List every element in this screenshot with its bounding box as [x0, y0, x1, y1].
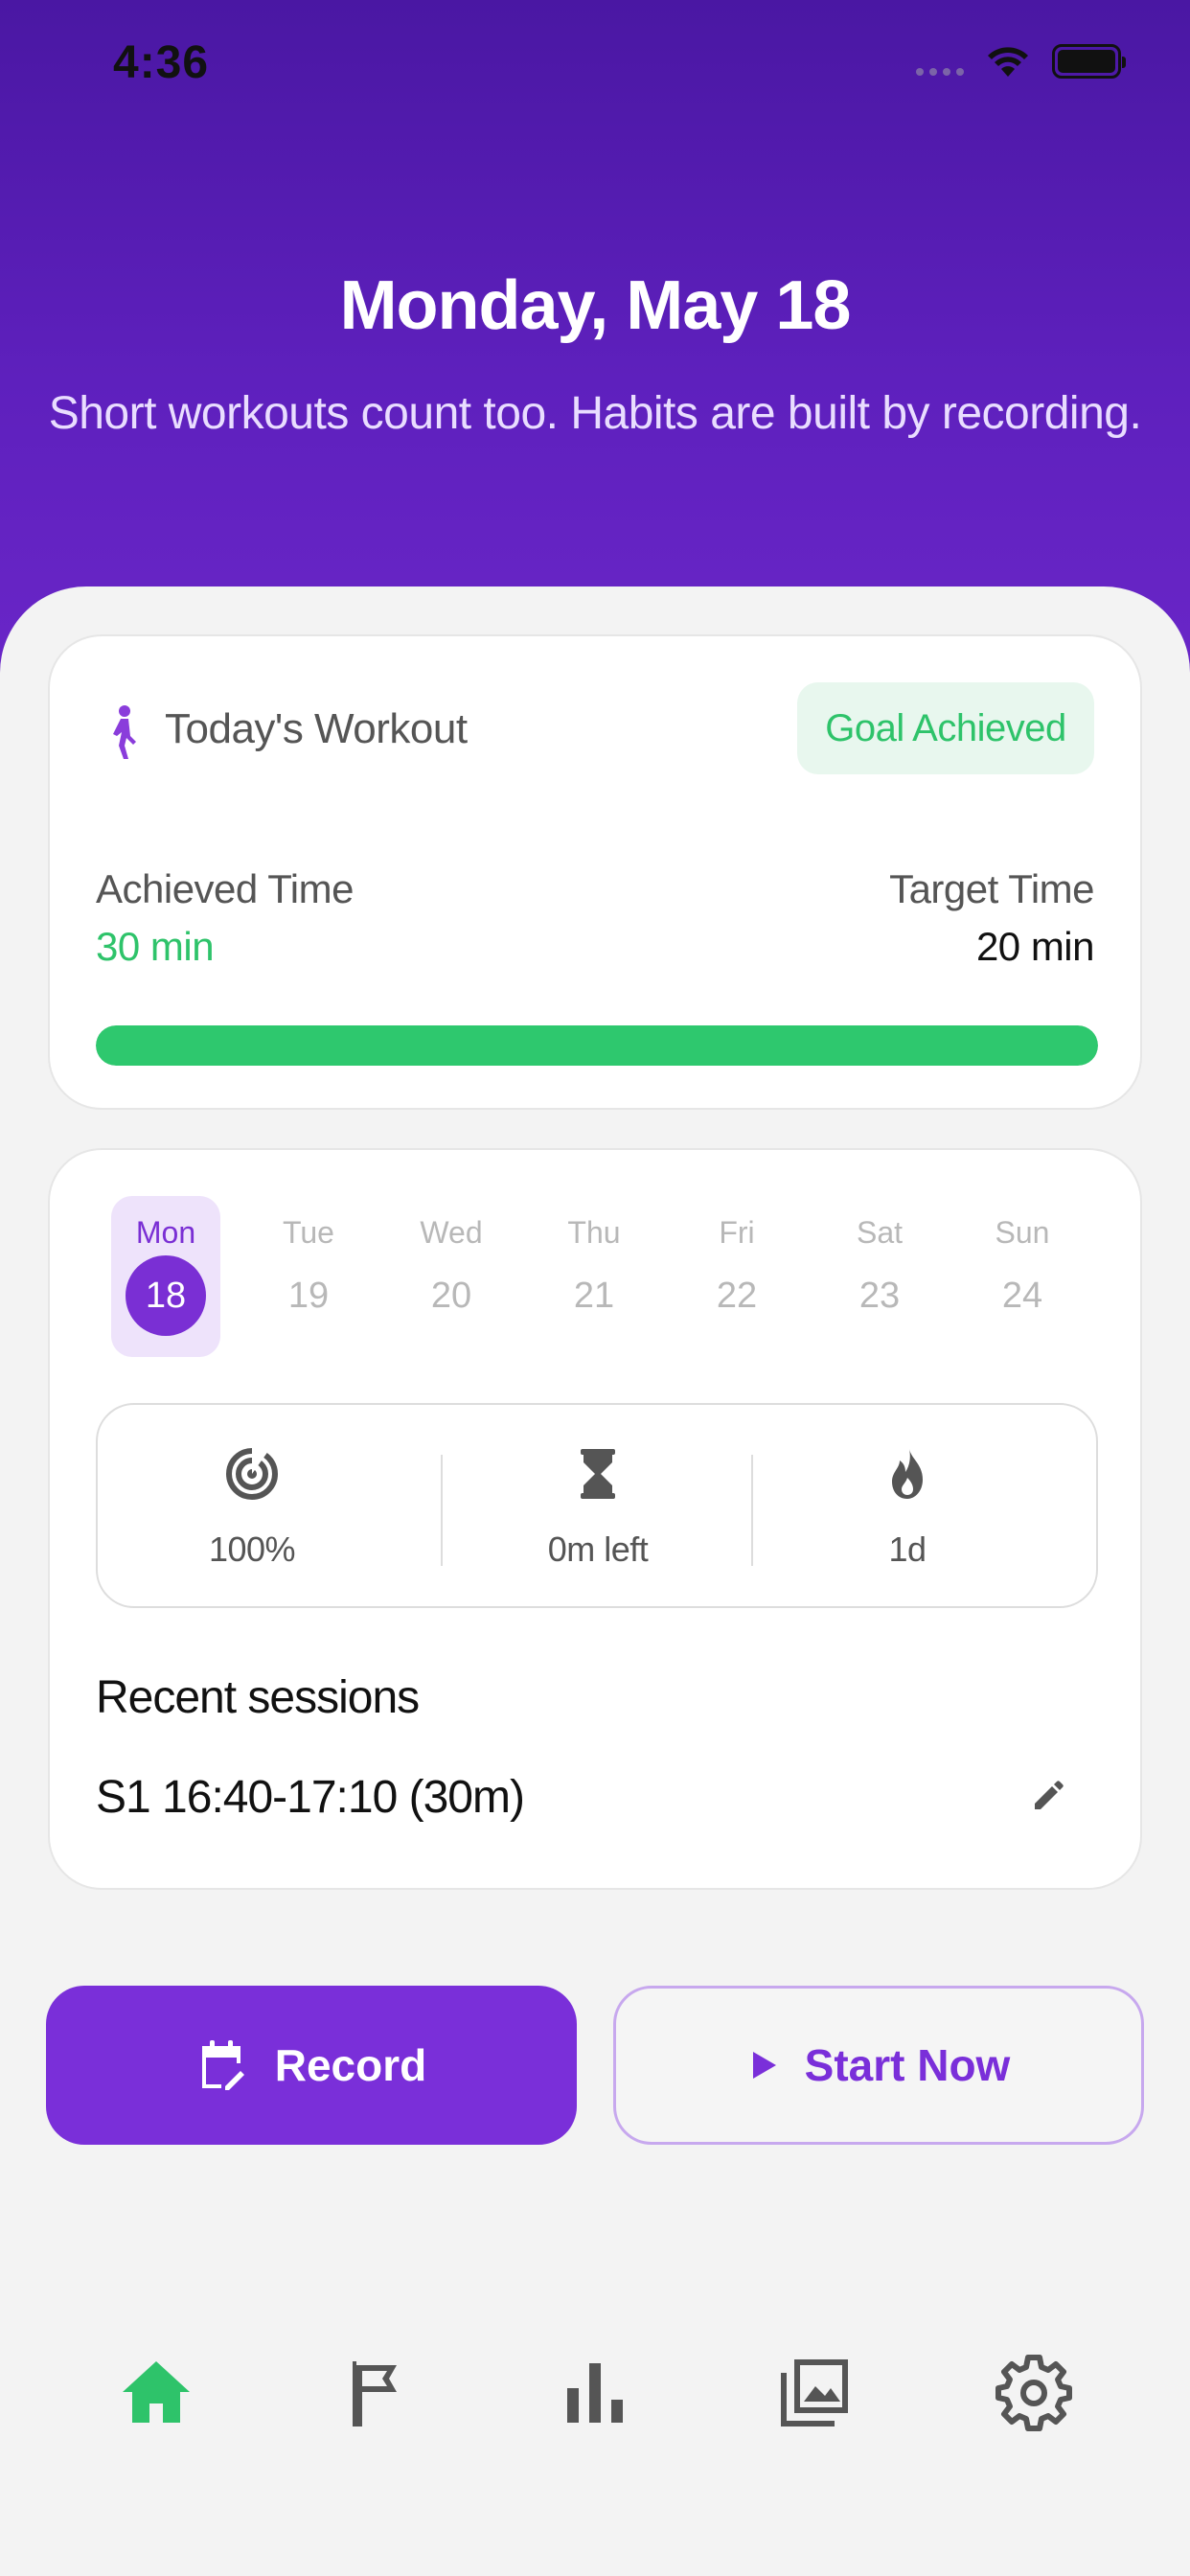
- day-sat[interactable]: Sat 23: [825, 1196, 934, 1357]
- flame-icon: [892, 1449, 923, 1499]
- day-fri[interactable]: Fri 22: [682, 1196, 791, 1357]
- wifi-icon: [988, 47, 1028, 77]
- card-title: Today's Workout: [165, 705, 468, 752]
- day-name: Mon: [135, 1215, 196, 1250]
- day-name: Sun: [995, 1215, 1050, 1250]
- achieved-time-value: 30 min: [96, 924, 215, 969]
- status-icons: [916, 44, 1126, 79]
- day-number: 24: [1001, 1276, 1043, 1316]
- edit-icon[interactable]: [1029, 1777, 1067, 1815]
- hourglass-icon: [581, 1449, 615, 1499]
- week-strip: Mon 18 Tue 19 Wed 20 Thu 21 Fri 22 Sat 2…: [111, 1196, 1113, 1357]
- weekly-card: Mon 18 Tue 19 Wed 20 Thu 21 Fri 22 Sat 2…: [48, 1148, 1142, 1890]
- day-name: Sat: [856, 1215, 904, 1250]
- target-icon: [226, 1447, 278, 1500]
- day-number: 20: [430, 1276, 472, 1316]
- stats-panel: 100% 0m left 1d: [96, 1403, 1098, 1608]
- stat-progress: 100%: [98, 1405, 406, 1606]
- bar-chart-icon[interactable]: [552, 2350, 638, 2436]
- stat-divider: [441, 1455, 443, 1566]
- stat-text: 1d: [888, 1530, 927, 1569]
- day-name: Tue: [283, 1215, 334, 1250]
- stat-streak: 1d: [753, 1405, 1062, 1606]
- target-time-label: Target Time: [889, 866, 1094, 911]
- settings-icon[interactable]: [991, 2350, 1077, 2436]
- day-number: 21: [573, 1276, 615, 1316]
- day-number: 18: [126, 1255, 206, 1336]
- day-number: 22: [716, 1276, 758, 1316]
- gallery-icon[interactable]: [771, 2350, 858, 2436]
- day-thu[interactable]: Thu 21: [539, 1196, 649, 1357]
- session-item[interactable]: S1 16:40-17:10 (30m): [96, 1771, 525, 1824]
- stat-time-left: 0m left: [444, 1405, 752, 1606]
- status-time: 4:36: [113, 37, 210, 88]
- day-sun[interactable]: Sun 24: [968, 1196, 1077, 1357]
- start-now-button[interactable]: Start Now: [613, 1986, 1144, 2145]
- progress-fill: [96, 1025, 1098, 1066]
- signal-icon: [916, 47, 964, 76]
- stat-text: 100%: [208, 1530, 296, 1569]
- progress-track: [96, 1025, 1098, 1066]
- stat-text: 0m left: [547, 1530, 649, 1569]
- calendar-edit-icon: [201, 2040, 244, 2090]
- start-now-button-label: Start Now: [804, 2040, 1011, 2090]
- day-name: Thu: [567, 1215, 621, 1250]
- flag-icon[interactable]: [333, 2350, 420, 2436]
- day-name: Wed: [420, 1215, 483, 1250]
- battery-icon: [1052, 44, 1126, 79]
- day-number: 23: [858, 1276, 901, 1316]
- day-mon[interactable]: Mon 18: [111, 1196, 220, 1357]
- play-icon: [752, 2052, 776, 2079]
- target-time-value: 20 min: [975, 924, 1095, 969]
- day-wed[interactable]: Wed 20: [397, 1196, 506, 1357]
- day-tue[interactable]: Tue 19: [254, 1196, 363, 1357]
- goal-status-badge: Goal Achieved: [797, 682, 1094, 774]
- page-subtitle: Short workouts count too. Habits are bui…: [48, 388, 1142, 439]
- walking-icon: [113, 705, 136, 759]
- record-button[interactable]: Record: [46, 1986, 577, 2145]
- day-number: 19: [287, 1276, 330, 1316]
- todays-workout-card: Today's Workout Goal Achieved Achieved T…: [48, 634, 1142, 1110]
- day-name: Fri: [719, 1215, 755, 1250]
- bottom-nav: [0, 2319, 1190, 2463]
- home-icon[interactable]: [113, 2350, 199, 2436]
- page-title: Monday, May 18: [339, 267, 852, 344]
- record-button-label: Record: [274, 2040, 427, 2090]
- achieved-time-label: Achieved Time: [96, 866, 354, 911]
- recent-sessions-title: Recent sessions: [96, 1672, 420, 1723]
